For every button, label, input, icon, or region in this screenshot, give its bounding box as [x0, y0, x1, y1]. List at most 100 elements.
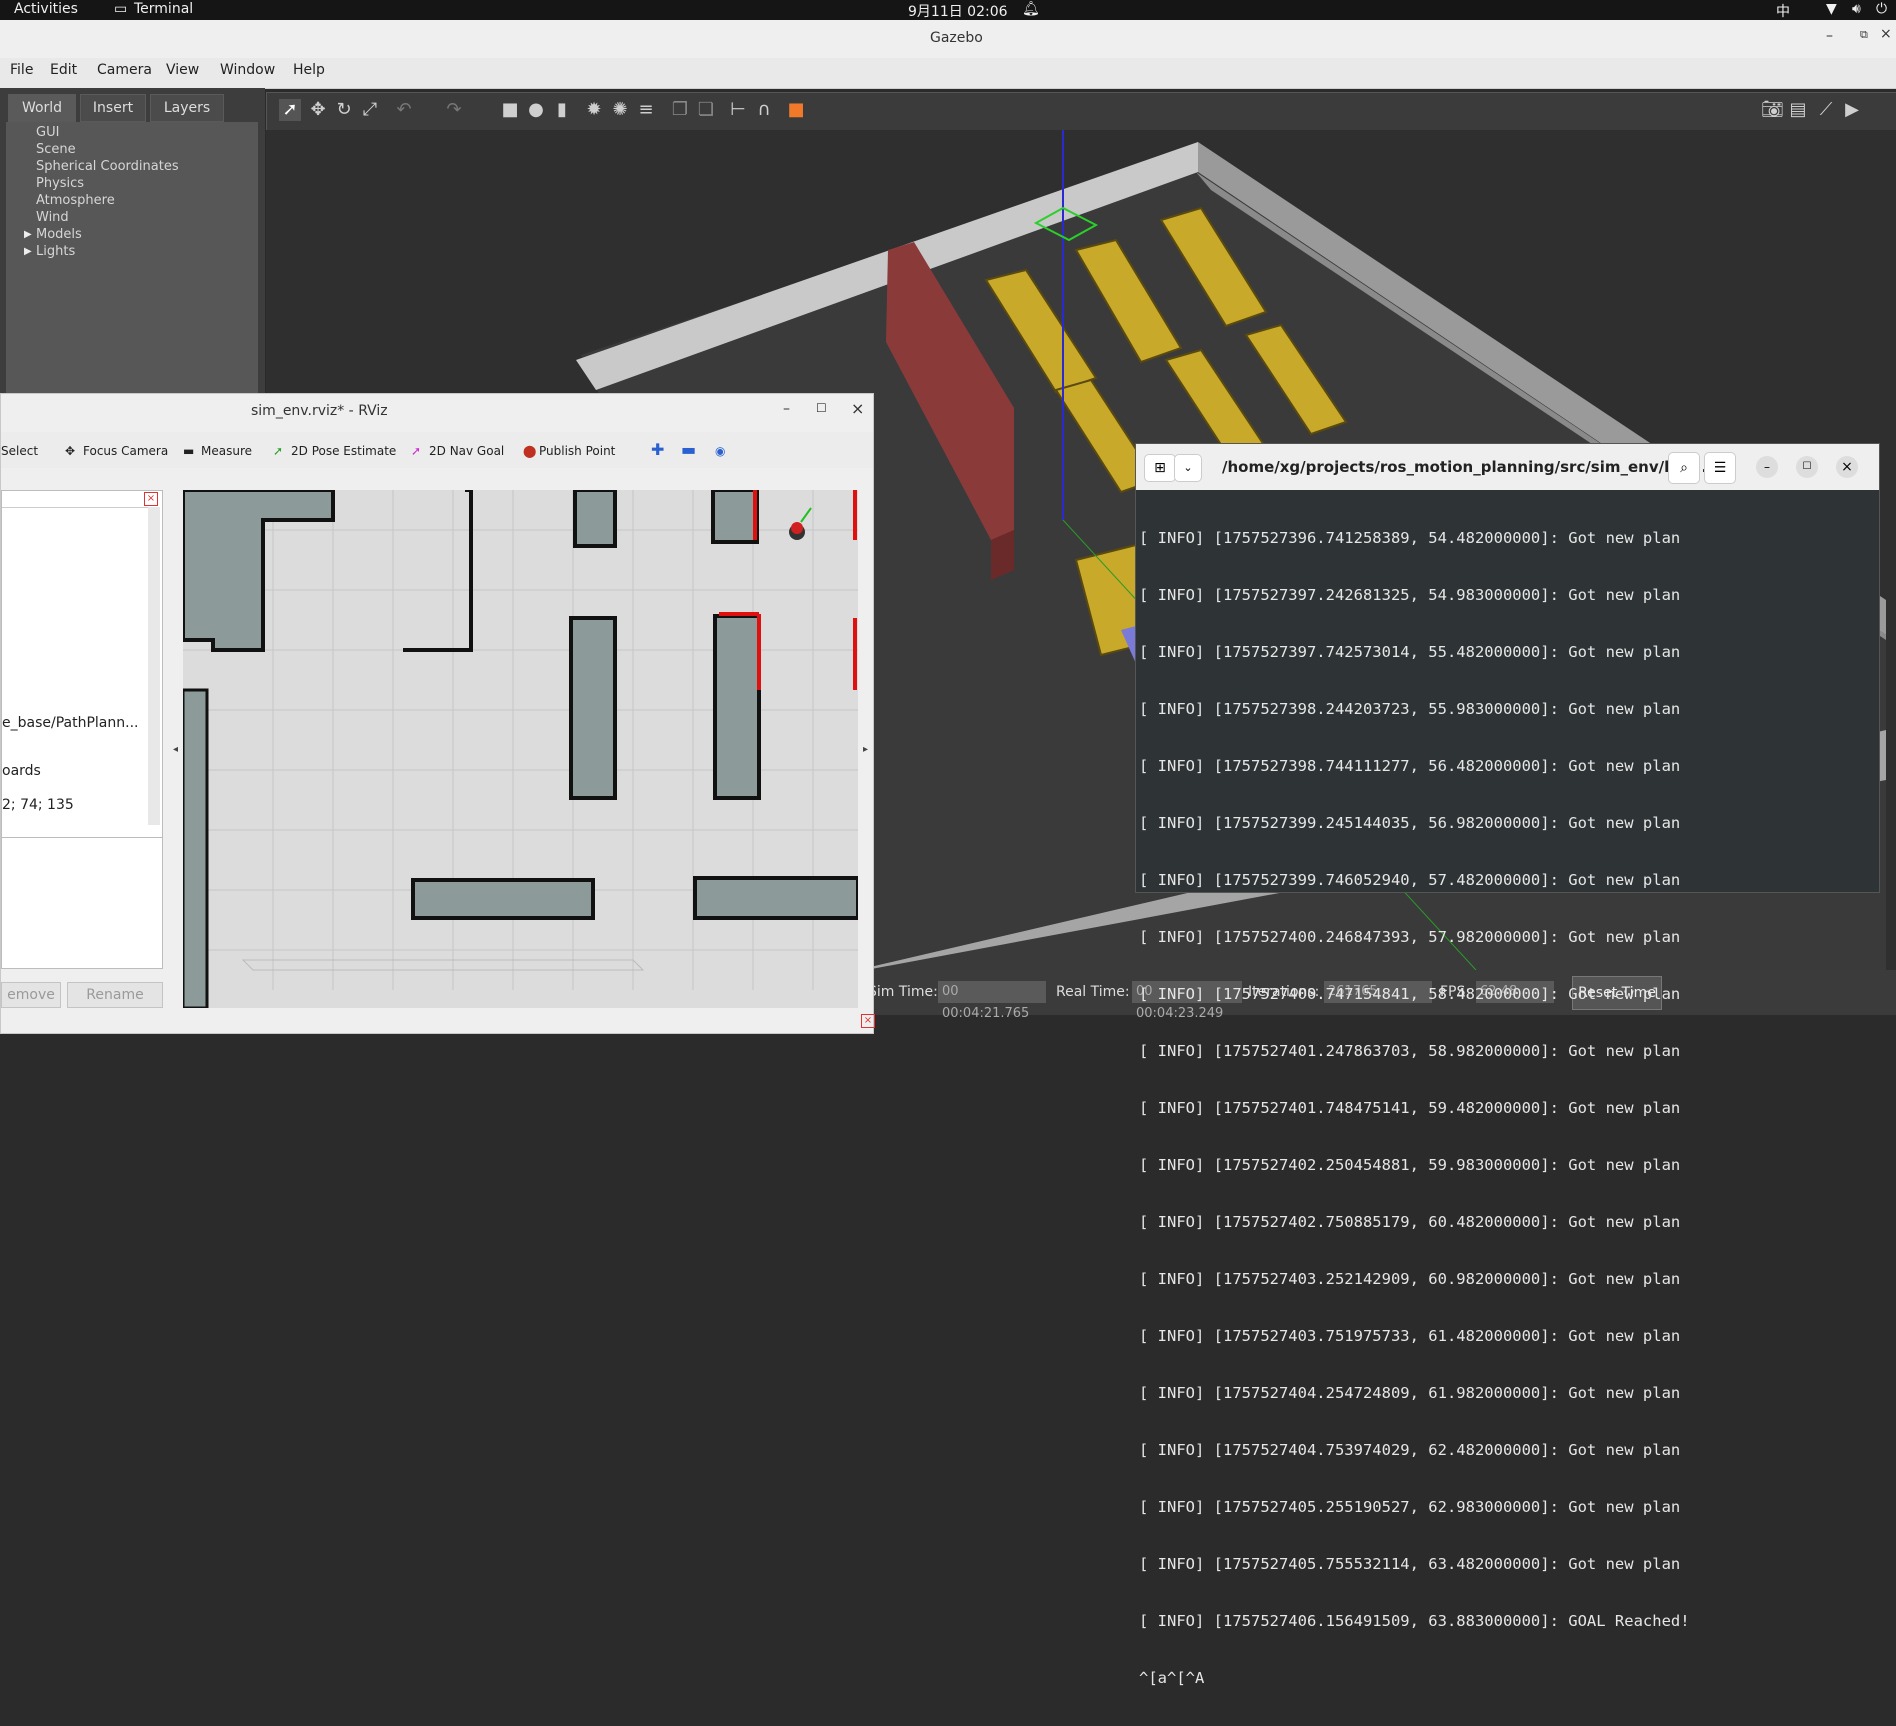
tree-item-wind[interactable]: Wind: [36, 210, 69, 225]
plot-icon[interactable]: ⟋: [1815, 99, 1837, 121]
new-tab-icon[interactable]: ⊞: [1144, 454, 1176, 482]
close-panel-icon[interactable]: ×: [144, 492, 158, 506]
maximize-icon[interactable]: ☐: [1796, 456, 1818, 478]
wifi-icon[interactable]: ▼: [1826, 1, 1837, 17]
terminal-output[interactable]: [ INFO] [1757527396.741258389, 54.482000…: [1139, 491, 1877, 1687]
maximize-icon[interactable]: ☐: [816, 401, 827, 415]
rviz-map-view[interactable]: [183, 490, 858, 1008]
tree-item-scene[interactable]: Scene: [36, 142, 76, 157]
tab-world[interactable]: World: [8, 94, 76, 122]
collapse-right-icon[interactable]: ▸: [863, 744, 868, 755]
select-mode-icon[interactable]: ➚: [279, 99, 301, 121]
hamburger-menu-icon[interactable]: ☰: [1704, 452, 1736, 484]
scrollbar[interactable]: [148, 507, 160, 825]
focus-camera-tool[interactable]: Focus Camera: [83, 444, 168, 458]
displays-color-entry[interactable]: 2; 74; 135: [2, 797, 74, 813]
sim-time-label: Sim Time:: [868, 984, 938, 1000]
sphere-shape-icon[interactable]: ●: [525, 99, 547, 121]
nav-goal-arrow-icon[interactable]: ➚: [411, 444, 421, 458]
select-tool[interactable]: Select: [1, 444, 38, 458]
active-app-label[interactable]: Terminal: [134, 1, 193, 17]
nav-goal-tool[interactable]: 2D Nav Goal: [429, 444, 504, 458]
terminal-line: [ INFO] [1757527401.247863703, 58.982000…: [1139, 1042, 1681, 1060]
spot-light-icon[interactable]: ✺: [609, 99, 631, 121]
terminal-headerbar: ⊞ ⌄ /home/xg/projects/ros_motion_plannin…: [1136, 444, 1879, 490]
directional-light-icon[interactable]: ≡: [635, 99, 657, 121]
pose-estimate-tool[interactable]: 2D Pose Estimate: [291, 444, 396, 458]
power-icon[interactable]: ⏻: [1876, 1, 1887, 17]
properties-panel: [1, 837, 163, 969]
cylinder-shape-icon[interactable]: ▮: [551, 99, 573, 121]
redo-icon[interactable]: ↷: [443, 99, 465, 121]
menu-window[interactable]: Window: [220, 62, 275, 78]
video-record-icon[interactable]: ▶: [1841, 99, 1863, 121]
tree-item-gui[interactable]: GUI: [36, 125, 59, 140]
expand-arrow-icon[interactable]: ▶: [24, 246, 32, 257]
search-icon[interactable]: ⌕: [1668, 452, 1700, 484]
copy-icon[interactable]: ❐: [669, 99, 691, 121]
pose-estimate-arrow-icon[interactable]: ➚: [273, 444, 283, 458]
remove-button[interactable]: emove: [1, 982, 61, 1008]
align-icon[interactable]: ⊢: [727, 99, 749, 121]
tree-item-lights[interactable]: Lights: [36, 244, 75, 259]
menu-edit[interactable]: Edit: [50, 62, 77, 78]
expand-arrow-icon[interactable]: ▶: [24, 229, 32, 240]
gazebo-toolbar: ➚ ✥ ↻ ⤢ ↶ ↷ ■ ● ▮ ✹ ✺ ≡ ❐ ❏ ⊢ ∩ ■ 📷︎ ▤ ⟋…: [266, 92, 1896, 132]
gazebo-title: Gazebo: [930, 30, 983, 46]
menu-file[interactable]: File: [10, 62, 33, 78]
rotate-mode-icon[interactable]: ↻: [333, 99, 355, 121]
activities-button[interactable]: Activities: [14, 1, 78, 17]
rename-button[interactable]: Rename: [67, 982, 163, 1008]
eye-icon[interactable]: ◉: [715, 444, 725, 458]
tab-insert[interactable]: Insert: [80, 94, 146, 122]
point-light-icon[interactable]: ✹: [583, 99, 605, 121]
publish-point-tool[interactable]: Publish Point: [539, 444, 615, 458]
view-angle-icon[interactable]: ■: [785, 99, 807, 121]
close-icon[interactable]: ×: [1836, 456, 1858, 478]
paste-icon[interactable]: ❏: [695, 99, 717, 121]
displays-boards-entry[interactable]: oards: [2, 763, 41, 779]
screenshot-icon[interactable]: 📷︎: [1761, 99, 1784, 121]
menu-camera[interactable]: Camera: [97, 62, 152, 78]
scale-mode-icon[interactable]: ⤢: [359, 99, 381, 121]
volume-icon[interactable]: 🔊︎: [1852, 1, 1861, 17]
focus-camera-icon[interactable]: ✥: [65, 444, 75, 458]
terminal-line: [ INFO] [1757527403.252142909, 60.982000…: [1139, 1270, 1681, 1288]
input-method-indicator[interactable]: 中: [1776, 1, 1790, 21]
close-icon[interactable]: ×: [851, 399, 864, 418]
terminal-app-icon[interactable]: ▭: [114, 1, 127, 17]
tree-item-models[interactable]: Models: [36, 227, 82, 242]
measure-icon[interactable]: ▬: [183, 444, 194, 458]
close-icon[interactable]: ×: [1880, 26, 1892, 42]
log-icon[interactable]: ▤: [1787, 99, 1809, 121]
box-shape-icon[interactable]: ■: [499, 99, 521, 121]
measure-tool[interactable]: Measure: [201, 444, 252, 458]
tab-layers[interactable]: Layers: [150, 94, 224, 122]
tree-item-atmosphere[interactable]: Atmosphere: [36, 193, 115, 208]
snap-icon[interactable]: ∩: [753, 99, 775, 121]
collapse-left-icon[interactable]: ◂: [173, 744, 178, 755]
location-pin-icon[interactable]: ⬤: [523, 444, 536, 458]
tree-item-physics[interactable]: Physics: [36, 176, 84, 191]
clock[interactable]: 9月11日 02:06: [908, 1, 1008, 21]
menu-view[interactable]: View: [166, 62, 199, 78]
minimize-icon[interactable]: –: [1826, 28, 1833, 44]
minimize-icon[interactable]: –: [1756, 456, 1778, 478]
tree-item-spherical-coordinates[interactable]: Spherical Coordinates: [36, 159, 179, 174]
close-panel-icon[interactable]: ×: [861, 1014, 875, 1028]
add-tool-icon[interactable]: ✚: [651, 440, 664, 459]
terminal-line: [ INFO] [1757527402.250454881, 59.983000…: [1139, 1156, 1681, 1174]
rviz-toolbar: Select ✥ Focus Camera ▬ Measure ➚ 2D Pos…: [1, 432, 873, 468]
system-top-bar: Activities ▭ Terminal 9月11日 02:06 🔔︎ 中 ▼…: [0, 0, 1896, 20]
displays-planner-entry[interactable]: e_base/PathPlann...: [2, 715, 138, 731]
minimize-icon[interactable]: –: [783, 401, 790, 417]
chevron-down-icon[interactable]: ⌄: [1174, 454, 1202, 482]
bell-icon: 🔔︎: [1022, 1, 1040, 17]
terminal-line: [ INFO] [1757527397.242681325, 54.983000…: [1139, 586, 1681, 604]
maximize-icon[interactable]: ⧉: [1860, 28, 1868, 42]
remove-tool-icon[interactable]: ▬: [681, 440, 696, 459]
terminal-line: [ INFO] [1757527404.254724809, 61.982000…: [1139, 1384, 1681, 1402]
menu-help[interactable]: Help: [293, 62, 325, 78]
translate-mode-icon[interactable]: ✥: [307, 99, 329, 121]
undo-icon[interactable]: ↶: [393, 99, 415, 121]
